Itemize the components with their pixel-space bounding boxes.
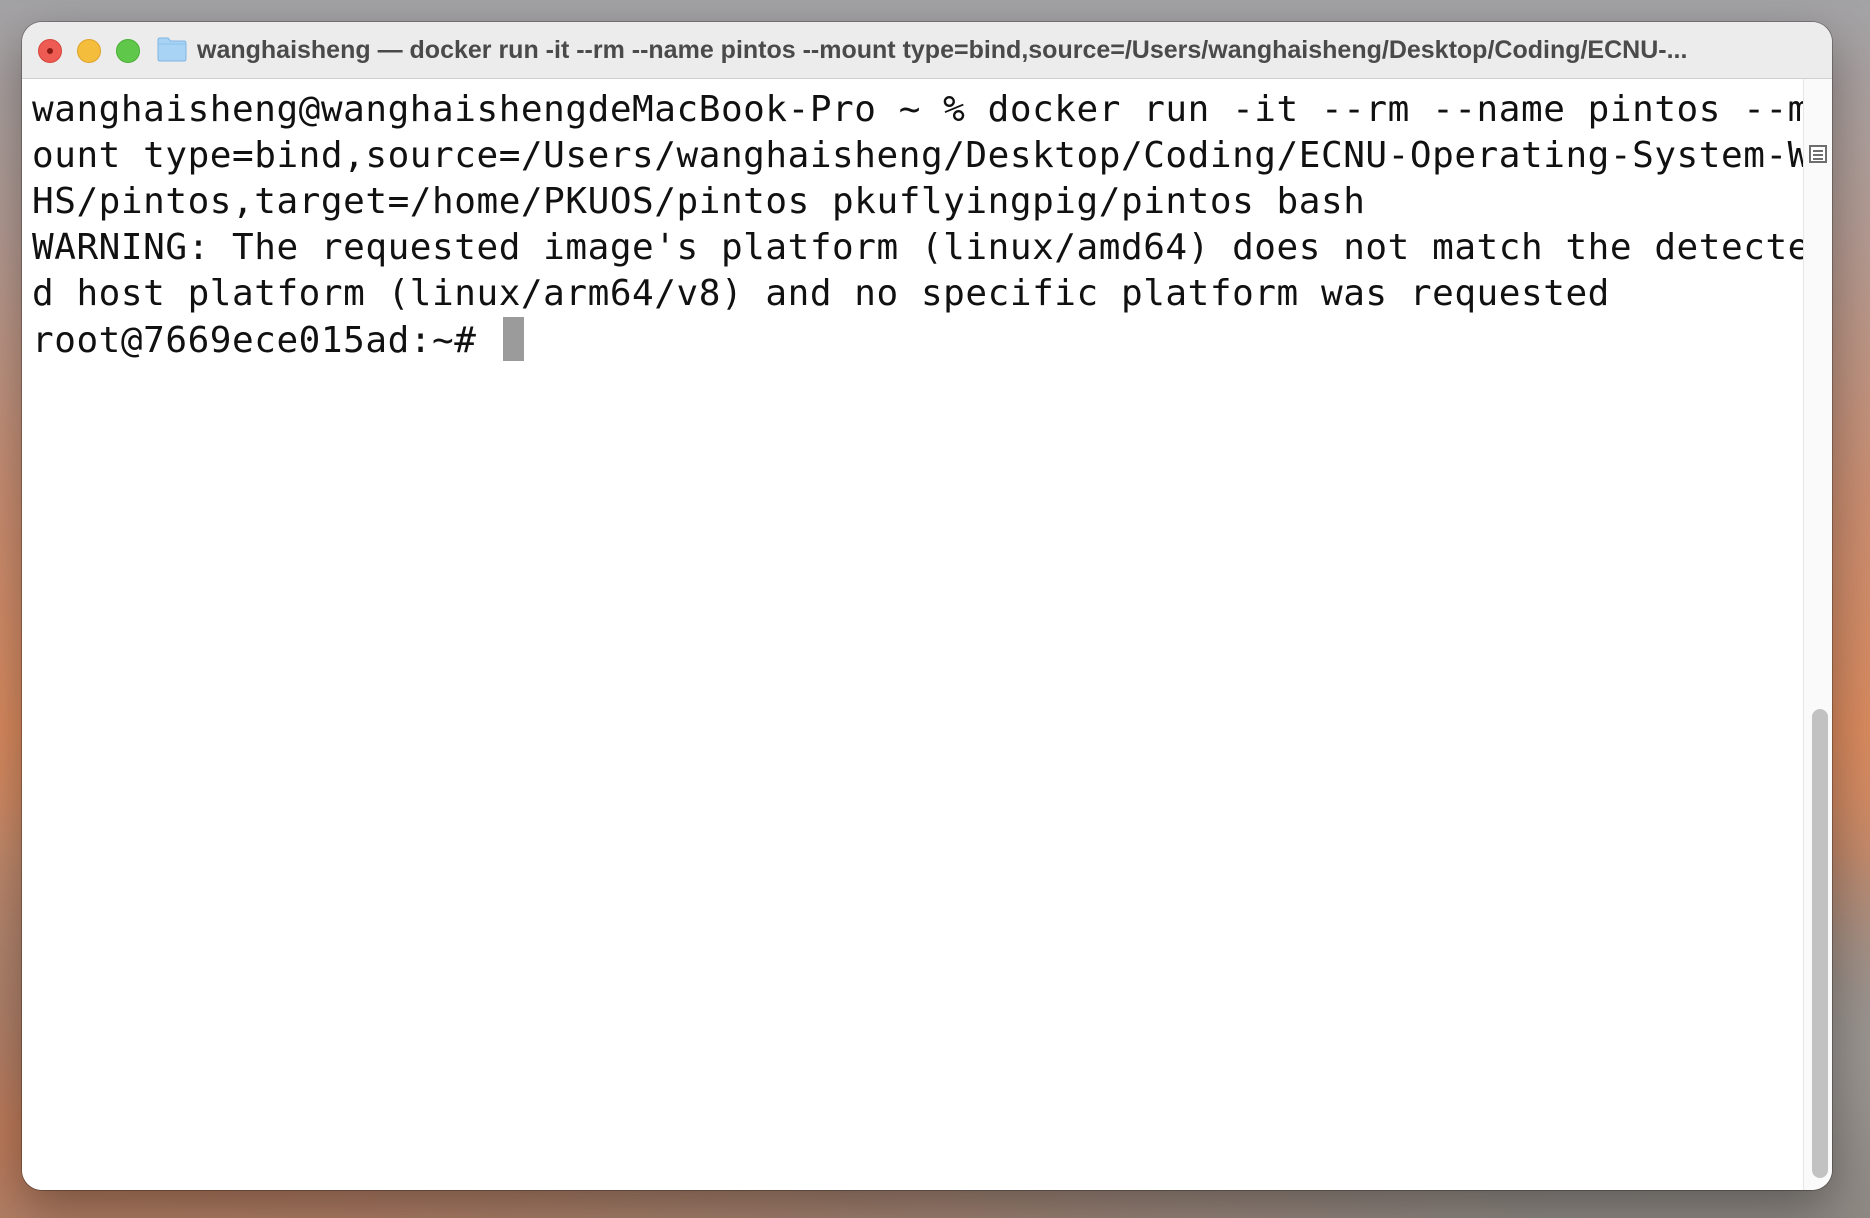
close-dot-icon	[47, 48, 53, 54]
close-button[interactable]	[38, 39, 62, 63]
terminal-line-2: ount type=bind,source=/Users/wanghaishen…	[32, 135, 1810, 176]
scrollbar-thumb[interactable]	[1812, 709, 1828, 1178]
shell-prompt: root@7669ece015ad:~#	[32, 320, 499, 361]
zoom-button[interactable]	[116, 39, 140, 63]
text-cursor	[502, 317, 524, 361]
window-title: wanghaisheng — docker run -it --rm --nam…	[197, 36, 1688, 64]
terminal-content[interactable]: wanghaisheng@wanghaishengdeMacBook-Pro ~…	[22, 79, 1810, 1190]
title-bar[interactable]: wanghaisheng — docker run -it --rm --nam…	[22, 22, 1832, 79]
terminal-line-4: WARNING: The requested image's platform …	[32, 227, 1810, 268]
split-pane-icon[interactable]	[1809, 145, 1827, 163]
minimize-button[interactable]	[77, 39, 101, 63]
terminal-line-5: d host platform (linux/arm64/v8) and no …	[32, 273, 1610, 314]
prompt-line[interactable]: root@7669ece015ad:~#	[32, 317, 1804, 364]
folder-icon	[157, 37, 187, 62]
terminal-line-3: HS/pintos,target=/home/PKUOS/pintos pkuf…	[32, 181, 1366, 222]
terminal-window: wanghaisheng — docker run -it --rm --nam…	[22, 22, 1832, 1190]
scrollbar[interactable]	[1803, 79, 1832, 1190]
terminal-line-1: wanghaisheng@wanghaishengdeMacBook-Pro ~…	[32, 89, 1810, 130]
